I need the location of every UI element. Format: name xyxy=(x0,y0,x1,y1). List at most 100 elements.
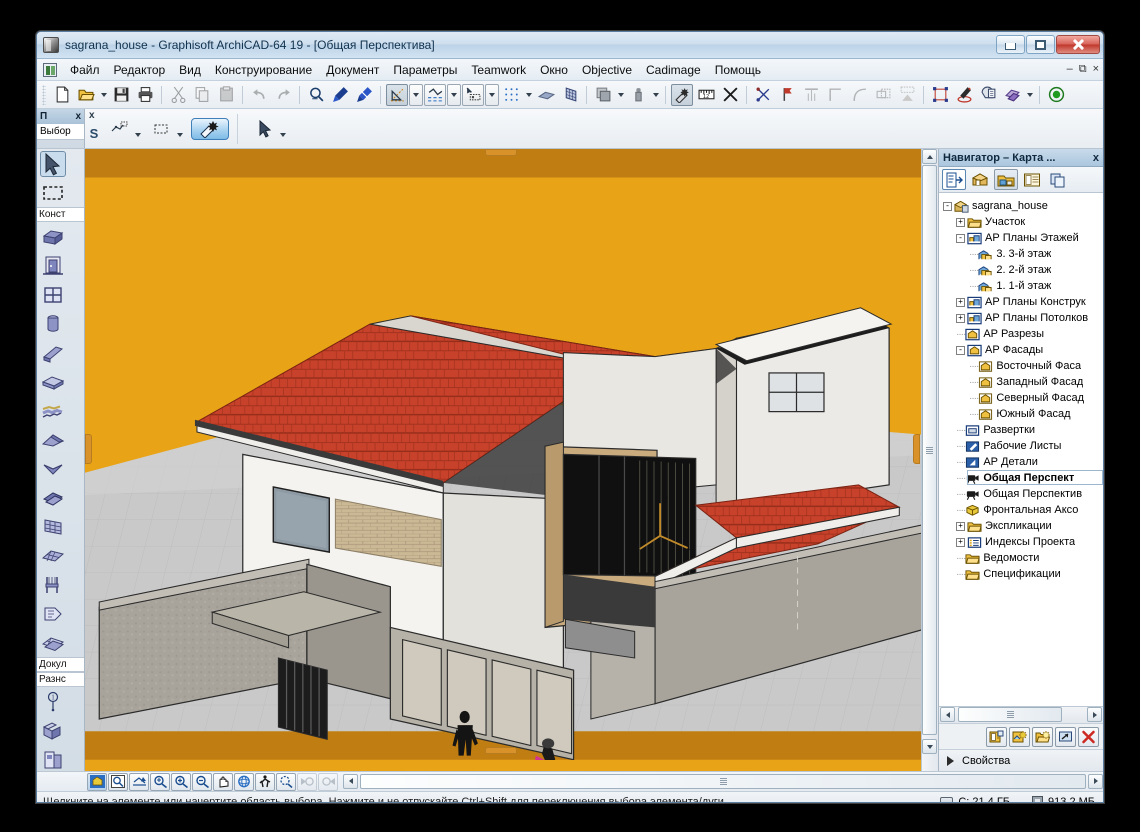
rectangle-selection-icon[interactable] xyxy=(149,118,175,140)
tree-item[interactable]: + Экспликации xyxy=(943,518,1103,534)
grid-snap-icon[interactable] xyxy=(500,84,522,106)
group-icon[interactable] xyxy=(929,84,951,106)
navigator-options-icon[interactable] xyxy=(942,169,966,190)
print-icon[interactable] xyxy=(134,84,156,106)
guide-lines-dropdown-arrow[interactable] xyxy=(409,83,423,106)
shell-tool[interactable] xyxy=(37,454,84,483)
walk-icon[interactable] xyxy=(255,772,275,791)
3d-window-icon[interactable] xyxy=(87,772,107,791)
tree-item[interactable]: + Индексы Проекта xyxy=(943,534,1103,550)
tree-item[interactable]: + АР Планы Потолков xyxy=(943,310,1103,326)
tree-item[interactable]: ···· 1. 1-й этаж xyxy=(943,278,1103,294)
tree-item[interactable]: - АР Планы Этажей xyxy=(943,230,1103,246)
close-button[interactable] xyxy=(1056,35,1100,54)
tree-item[interactable]: - АР Фасады xyxy=(943,342,1103,358)
tree-item[interactable]: ···· Северный Фасад xyxy=(943,390,1103,406)
layers-dropdown-arrow[interactable] xyxy=(615,84,626,106)
roof-tool[interactable] xyxy=(37,425,84,454)
new-icon[interactable] xyxy=(51,84,73,106)
tree-item[interactable]: ···· Фронтальная Аксо xyxy=(943,502,1103,518)
hscroll-right-button[interactable] xyxy=(1088,773,1103,789)
tree-item[interactable]: ···· 2. 2-й этаж xyxy=(943,262,1103,278)
menu-item-teamwork[interactable]: Teamwork xyxy=(464,60,533,80)
mesh-tool[interactable] xyxy=(37,541,84,570)
menu-item-window[interactable]: Окно xyxy=(533,60,575,80)
toolbar-grip[interactable] xyxy=(42,84,46,105)
horizontal-scroll-thumb[interactable] xyxy=(360,773,1086,789)
column-tool[interactable] xyxy=(37,309,84,338)
project-tree[interactable]: - sagrana_house + Участок - АР Планы Этажей ··… xyxy=(939,193,1103,706)
measure-icon[interactable]: 12 xyxy=(695,84,717,106)
viewport-horizontal-scrollbar[interactable] xyxy=(343,773,1103,791)
zoom-out-icon[interactable] xyxy=(192,772,212,791)
expand-toggle-icon[interactable]: + xyxy=(956,297,965,307)
mesh-gravity-icon[interactable] xyxy=(559,84,581,106)
snap-points-icon[interactable] xyxy=(424,83,446,106)
publisher-sets-icon[interactable] xyxy=(1046,169,1070,190)
magic-wand-fill-icon[interactable] xyxy=(191,117,229,140)
fillet-corner-icon[interactable] xyxy=(824,84,846,106)
zoom-back-icon[interactable] xyxy=(297,772,317,791)
menu-item-edit[interactable]: Редактор xyxy=(107,60,173,80)
3d-perspective-viewport[interactable]: Z X Y xyxy=(85,149,938,771)
open-icon[interactable] xyxy=(75,84,97,106)
tree-item[interactable]: ···· Общая Перспект xyxy=(943,470,1103,486)
adjust-icon[interactable] xyxy=(776,84,798,106)
navigator-horizontal-scrollbar[interactable] xyxy=(939,706,1103,723)
doc-close-button[interactable]: × xyxy=(1093,63,1099,76)
menu-item-file[interactable]: Файл xyxy=(63,60,107,80)
guide-lines-icon[interactable] xyxy=(386,83,408,106)
3d-view-dropdown-arrow[interactable] xyxy=(1024,84,1035,106)
gravity-icon[interactable] xyxy=(535,84,557,106)
objective-check-icon[interactable] xyxy=(1045,84,1067,106)
tree-item[interactable]: ···· Ведомости xyxy=(943,550,1103,566)
cut-icon[interactable] xyxy=(167,84,189,106)
tree-item[interactable]: ···· Общая Перспектив xyxy=(943,486,1103,502)
vertical-scroll-thumb[interactable] xyxy=(922,165,937,735)
snap-guides-dropdown-arrow[interactable] xyxy=(485,83,499,106)
tool-options-close[interactable]: x xyxy=(89,110,95,121)
collapse-toggle-icon[interactable]: - xyxy=(956,233,965,243)
orbit-icon[interactable] xyxy=(234,772,254,791)
split-icon[interactable] xyxy=(752,84,774,106)
parameter-transfer-icon[interactable] xyxy=(329,84,351,106)
zoom-pm-icon[interactable] xyxy=(150,772,170,791)
snap-guides-icon[interactable] xyxy=(462,83,484,106)
minimize-button[interactable] xyxy=(996,35,1025,54)
arrow-pointer-arrow[interactable] xyxy=(278,118,288,140)
slab-tool[interactable] xyxy=(37,367,84,396)
toolbox-palette-close[interactable]: x xyxy=(75,111,81,122)
tree-item[interactable]: ···· Спецификации xyxy=(943,566,1103,582)
zoom-in-icon[interactable] xyxy=(171,772,191,791)
tree-item[interactable]: - sagrana_house xyxy=(943,198,1103,214)
redo-icon[interactable] xyxy=(272,84,294,106)
group-header-design[interactable]: Конст xyxy=(37,207,84,222)
tree-item[interactable]: ···· АР Детали xyxy=(943,454,1103,470)
hscroll-left-button[interactable] xyxy=(343,773,358,789)
door-tool[interactable] xyxy=(37,251,84,280)
doc-minimize-button[interactable]: – xyxy=(1067,63,1073,76)
open-dropdown-arrow[interactable] xyxy=(98,84,109,106)
polyline-geometry-arrow[interactable] xyxy=(133,118,143,140)
wall-tool[interactable] xyxy=(37,222,84,251)
nav-scroll-right-button[interactable] xyxy=(1087,707,1102,722)
group-header-sections[interactable]: Разнс xyxy=(37,672,84,687)
menu-item-design[interactable]: Конструирование xyxy=(208,60,319,80)
rectangle-selection-arrow[interactable] xyxy=(175,118,185,140)
view-map-icon[interactable] xyxy=(994,169,1018,190)
menu-item-document[interactable]: Документ xyxy=(319,60,386,80)
collapse-toggle-icon[interactable]: - xyxy=(943,201,952,211)
curtain-wall-tool[interactable] xyxy=(37,512,84,541)
label-icon[interactable] xyxy=(977,84,999,106)
elevation-tool[interactable] xyxy=(37,745,84,771)
tree-item[interactable]: ···· Западный Фасад xyxy=(943,374,1103,390)
polyline-geometry-icon[interactable] xyxy=(107,118,133,140)
fit-in-window-icon[interactable] xyxy=(276,772,296,791)
tree-item[interactable]: + АР Планы Конструк xyxy=(943,294,1103,310)
dimension-tool[interactable]: 1 xyxy=(37,687,84,716)
resize-icon[interactable] xyxy=(872,84,894,106)
undo-icon[interactable] xyxy=(248,84,270,106)
document-menu-icon[interactable] xyxy=(43,62,57,77)
3d-model-render[interactable]: Z X Y xyxy=(85,149,938,760)
zoom-fit-icon[interactable] xyxy=(108,772,128,791)
